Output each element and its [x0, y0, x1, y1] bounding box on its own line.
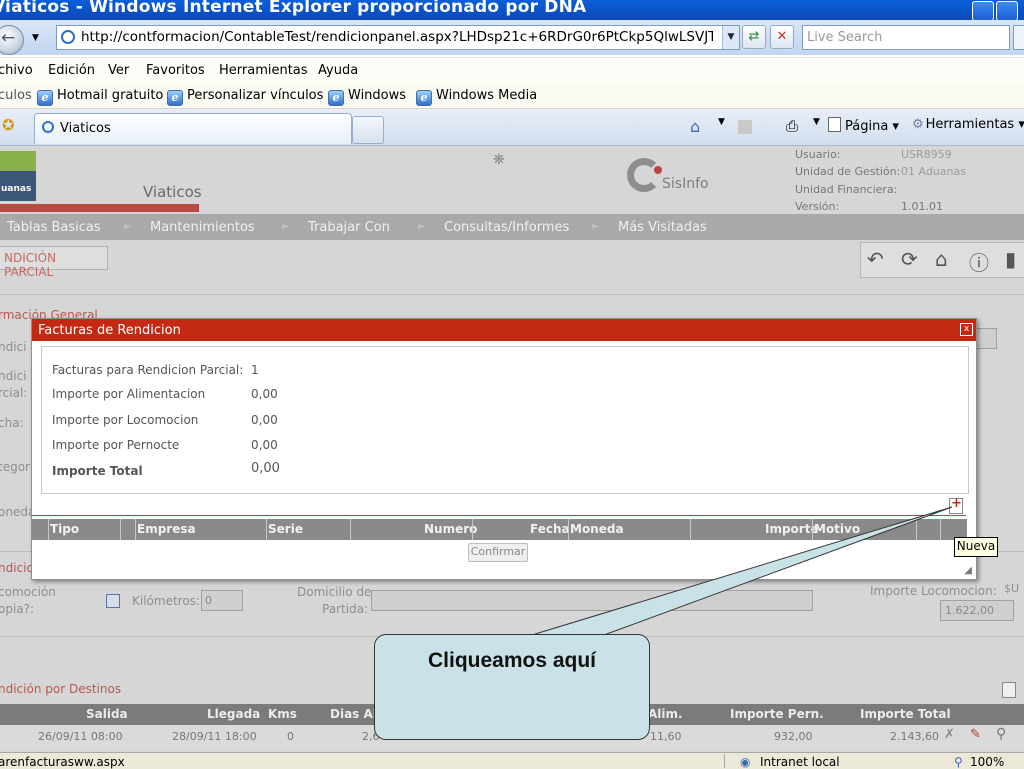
status-text: arenfacturasww.aspx [0, 755, 125, 769]
callout-bubble: Cliqueamos aquí [374, 634, 650, 740]
globe-icon: ◉ [740, 755, 751, 769]
callout-text: Cliqueamos aquí [427, 649, 597, 672]
status-bar: arenfacturasww.aspx ◉ Intranet local ⚲ 1… [0, 752, 1024, 769]
status-divider [724, 754, 725, 768]
zoom-icon[interactable]: ⚲ [954, 755, 963, 769]
zoom-level[interactable]: 100% [970, 755, 1004, 769]
zone-text: Intranet local [760, 755, 840, 769]
